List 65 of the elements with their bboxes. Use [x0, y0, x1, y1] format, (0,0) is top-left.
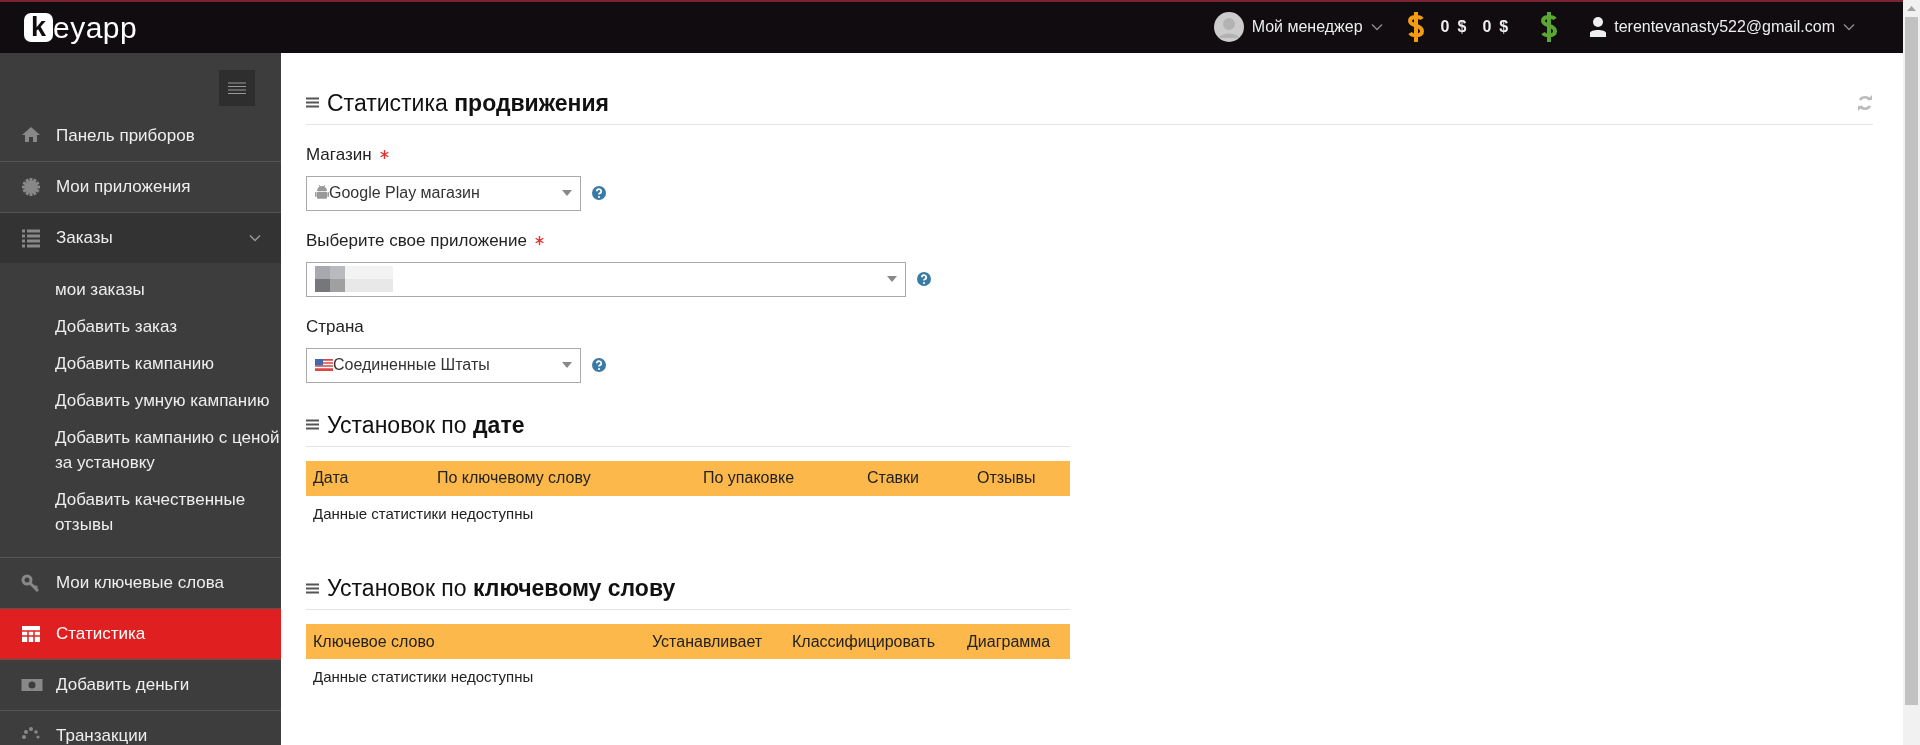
submenu-link[interactable]: Добавить заказ	[55, 307, 281, 345]
currency-sign: $	[1457, 17, 1467, 38]
balance-amount: 0	[1440, 17, 1450, 38]
column-header[interactable]: Дата	[306, 460, 430, 496]
select-field[interactable]: Google Play магазин	[306, 175, 581, 211]
sidebar-item[interactable]: Заказы	[0, 211, 281, 263]
submenu-link[interactable]: Добавить кампанию с ценой за установку	[55, 418, 281, 481]
logo-text: eyapp	[53, 12, 138, 42]
menu-icon[interactable]	[228, 81, 246, 94]
column-header[interactable]: Классифицировать	[785, 624, 960, 660]
sidebar-item[interactable]: Мои приложения	[0, 160, 281, 212]
dollar-icon[interactable]	[1406, 11, 1425, 44]
sidebar-item[interactable]: Панель приборов	[0, 109, 281, 161]
help-icon[interactable]	[592, 358, 606, 373]
currency-sign: $	[1499, 17, 1509, 38]
select-field[interactable]: Соединенные Штаты	[306, 347, 581, 383]
dollar-icon[interactable]	[1540, 11, 1559, 44]
chevron-down-icon[interactable]	[1370, 23, 1383, 32]
empty-message: Данные статистики недоступны	[306, 659, 1070, 696]
chevron-down-icon	[249, 233, 261, 242]
menu-icon	[306, 419, 319, 431]
submenu-link[interactable]: мои заказы	[55, 270, 281, 308]
avatar-icon	[1213, 12, 1244, 43]
menu-icon	[306, 97, 319, 109]
chevron-down-icon[interactable]	[1843, 23, 1855, 32]
column-header[interactable]: Устанавливает	[645, 624, 785, 660]
android-icon	[315, 185, 329, 202]
section-title: Установок по ключевому слову	[327, 574, 677, 604]
sidebar-item[interactable]: Мои ключевые слова	[0, 556, 281, 608]
section-title: Установок по дате	[327, 410, 526, 440]
balance-amount: 0	[1482, 17, 1492, 38]
caret-icon	[887, 276, 897, 283]
column-header[interactable]: Отзывы	[970, 460, 1070, 496]
sidebar-item[interactable]: Добавить деньги	[0, 658, 281, 710]
menu-icon	[306, 582, 319, 594]
logo-mark: k	[24, 12, 53, 42]
section-title: Статистика продвижения	[327, 88, 610, 118]
column-header[interactable]: По ключевому слову	[430, 460, 696, 496]
submenu-link[interactable]: Добавить кампанию	[55, 344, 281, 382]
sidebar-item[interactable]: Статистика	[0, 607, 281, 659]
list-icon	[21, 227, 43, 248]
empty-message: Данные статистики недоступны	[306, 495, 1070, 533]
gear-icon	[21, 176, 43, 197]
flag-icon	[315, 359, 333, 372]
field-label: Магазин	[306, 144, 372, 165]
manager-menu[interactable]: Мой менеджер	[1213, 12, 1383, 43]
column-header[interactable]: Ключевое слово	[306, 624, 645, 660]
caret-icon	[562, 362, 572, 369]
column-header[interactable]: Ставки	[860, 460, 970, 496]
column-header[interactable]: По упаковке	[696, 460, 860, 496]
submenu-link[interactable]: Добавить качественные отзывы	[55, 480, 281, 543]
sidebar-toggle[interactable]	[219, 69, 255, 106]
help-icon[interactable]	[592, 186, 606, 201]
table-icon	[21, 623, 43, 644]
field-label: Страна	[306, 316, 364, 337]
help-icon[interactable]	[917, 272, 931, 287]
submenu-link[interactable]: Добавить умную кампанию	[55, 381, 281, 419]
field-label: Выберите свое приложение	[306, 230, 527, 251]
column-header[interactable]: Диаграмма	[960, 624, 1070, 660]
sidebar-item[interactable]: Транзакции	[0, 709, 281, 745]
caret-icon	[562, 190, 572, 197]
scrollbar[interactable]	[1903, 0, 1920, 745]
user-icon	[1590, 17, 1607, 38]
select-field[interactable]	[306, 261, 906, 297]
user-menu[interactable]: terentevanasty522@gmail.com	[1582, 15, 1855, 40]
